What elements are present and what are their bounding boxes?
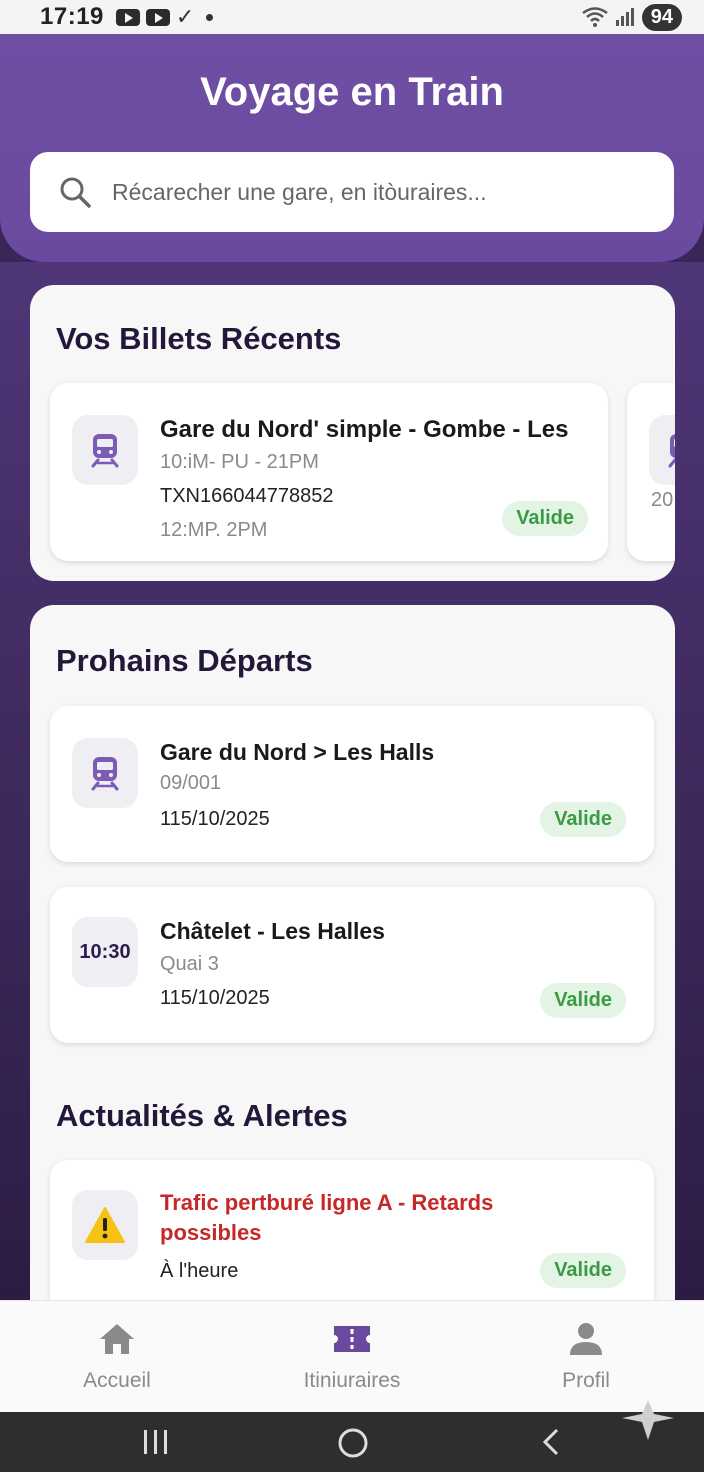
train-icon	[91, 434, 119, 468]
departure-sub: 09/001	[160, 772, 222, 794]
train-icon-box	[649, 415, 675, 485]
nav-label: Accueil	[83, 1369, 151, 1392]
status-badge: Valide	[502, 501, 588, 536]
warning-icon	[85, 1207, 125, 1243]
notification-icons: ✓	[115, 4, 214, 29]
system-nav-bar	[0, 1412, 704, 1472]
home-icon	[100, 1324, 134, 1354]
section-title: Prohains Départs	[56, 643, 313, 678]
nav-label: Profil	[562, 1369, 610, 1392]
ticket-time: 10:iM- PU - 21PM	[160, 451, 319, 473]
status-badge: Valide	[540, 983, 626, 1018]
recents-icon[interactable]	[140, 1426, 172, 1458]
time-box: 10:30	[72, 917, 138, 987]
status-badge: Valide	[540, 1253, 626, 1288]
ticket-card-partial[interactable]: 20	[627, 383, 675, 561]
back-icon[interactable]	[538, 1426, 564, 1458]
train-icon-box	[72, 415, 138, 485]
ticket-route: Gare du Nord' simple - Gombe - Les	[160, 416, 569, 443]
alert-message: Trafic pertburé ligne A - Retards possib…	[160, 1190, 494, 1245]
departure-route: Gare du Nord > Les Halls	[160, 739, 435, 765]
departure-platform: Quai 3	[160, 953, 219, 975]
departure-date: 115/10/2025	[160, 808, 270, 830]
section-title: Vos Billets Récents	[56, 321, 342, 356]
status-badge: Valide	[540, 802, 626, 837]
ticket-reference: TXN166044778852	[160, 485, 334, 507]
train-icon	[668, 434, 675, 468]
youtube-icon	[115, 8, 140, 26]
nav-item-profile[interactable]: Profil	[496, 1321, 676, 1393]
train-icon	[91, 757, 119, 791]
search-icon	[60, 177, 91, 208]
person-icon	[570, 1323, 602, 1355]
signal-icon	[615, 8, 634, 26]
page-title: Voyage en Train	[200, 70, 504, 114]
search-input[interactable]	[112, 178, 652, 206]
recent-tickets-section: Vos Billets Récents Gare du Nord' simple…	[30, 285, 675, 581]
departure-time: 10:30	[79, 940, 131, 963]
departure-date: 115/10/2025	[160, 987, 270, 1009]
dot-icon	[206, 13, 214, 21]
departure-card[interactable]: 10:30 Châtelet - Les Halles Quai 3 115/1…	[50, 887, 654, 1043]
departure-card[interactable]: Gare du Nord > Les Halls 09/001 115/10/2…	[50, 706, 654, 862]
sparkle-icon[interactable]	[622, 1400, 674, 1440]
check-icon: ✓	[175, 4, 195, 29]
section-title-alerts: Actualités & Alertes	[56, 1098, 348, 1133]
youtube-icon	[145, 8, 170, 26]
bottom-nav: Accueil Itiniuraires Profil	[0, 1300, 704, 1412]
search-bar[interactable]	[30, 152, 674, 232]
train-icon-box	[72, 738, 138, 808]
alert-sub: À l'heure	[160, 1260, 239, 1282]
status-time: 17:19	[40, 3, 104, 30]
ticket-time-secondary: 12:MP. 2PM	[160, 519, 268, 541]
departure-route: Châtelet - Les Halles	[160, 918, 385, 944]
ticket-card[interactable]: Gare du Nord' simple - Gombe - Les 10:iM…	[50, 383, 608, 561]
battery-badge: 94	[641, 3, 682, 31]
nav-item-itineraries[interactable]: Itiniuraires	[262, 1321, 442, 1393]
ticket-icon	[334, 1326, 370, 1352]
nav-item-home[interactable]: Accueil	[27, 1321, 207, 1393]
departures-section: Prohains Départs Gare du Nord > Les Hall…	[30, 605, 675, 1325]
warning-icon-box	[72, 1190, 138, 1260]
ticket-partial-text: 20	[651, 489, 674, 511]
home-button-icon[interactable]	[336, 1426, 370, 1460]
status-bar: 17:19 ✓ 94	[0, 0, 704, 34]
nav-label: Itiniuraires	[303, 1369, 401, 1392]
wifi-icon	[582, 7, 608, 27]
